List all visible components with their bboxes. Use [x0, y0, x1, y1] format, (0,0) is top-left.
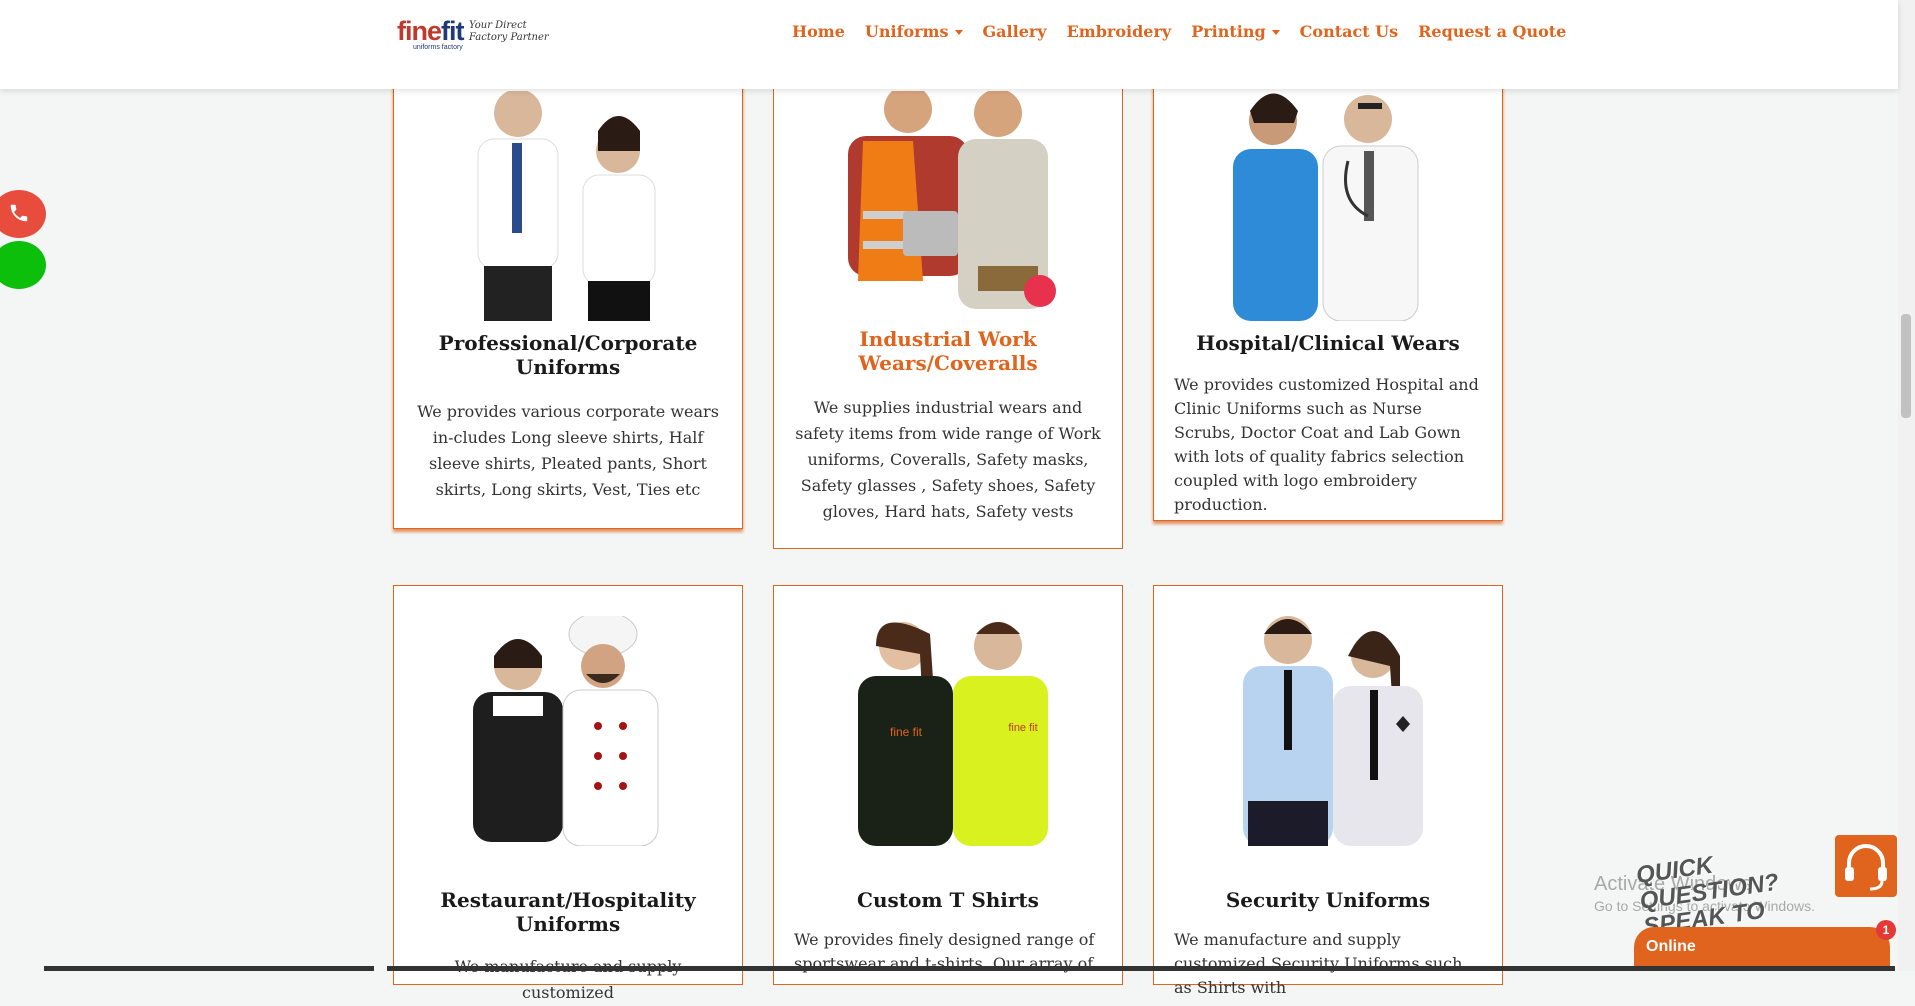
nav-home-label: Home [792, 22, 845, 41]
card-title[interactable]: Hospital/Clinical Wears [1164, 331, 1492, 355]
site-header: finefit uniforms factory Your Direct Fac… [0, 0, 1898, 89]
nav-request-quote[interactable]: Request a Quote [1418, 22, 1566, 41]
security-guards-image [1243, 616, 1423, 846]
chat-agent-button[interactable] [1835, 835, 1897, 897]
nav-printing-label: Printing [1191, 22, 1266, 41]
nav-request-quote-label: Request a Quote [1418, 22, 1567, 41]
card-title[interactable]: Restaurant/Hospitality Uniforms [404, 888, 732, 936]
whatsapp-icon [8, 253, 30, 275]
uniform-card-security[interactable]: Security Uniforms We manufacture and sup… [1153, 585, 1503, 997]
uniform-card-tshirts[interactable]: fine fit fine fit Custom T Shirts We pro… [773, 585, 1123, 985]
nav-contact-us[interactable]: Contact Us [1300, 22, 1398, 41]
card-title[interactable]: Industrial Work Wears/Coveralls [784, 327, 1112, 375]
nav-contact-us-label: Contact Us [1299, 22, 1399, 41]
nav-gallery[interactable]: Gallery [983, 22, 1047, 41]
vertical-scrollbar-track[interactable] [1898, 0, 1915, 971]
svg-text:fine fit: fine fit [890, 725, 923, 739]
nav-uniforms[interactable]: Uniforms [865, 22, 963, 41]
card-description: We manufacture and supply customized [455, 957, 682, 1002]
whatsapp-button[interactable] [0, 241, 46, 289]
logo-word-fine: fine [397, 16, 442, 46]
uniform-card-hospital[interactable]: Hospital/Clinical Wears We provides cust… [1153, 60, 1503, 521]
card-description: We provides various corporate wears in-c… [417, 402, 719, 499]
chat-status-bar[interactable]: Online [1634, 927, 1890, 967]
nav-home[interactable]: Home [792, 22, 845, 41]
medical-staff-image [1233, 93, 1419, 321]
card-title[interactable]: Security Uniforms [1164, 888, 1492, 912]
nav-gallery-label: Gallery [982, 22, 1047, 41]
logo-subtitle: uniforms factory [413, 44, 463, 51]
industrial-workers-image [848, 91, 1056, 309]
logo-wordmark: finefit [397, 16, 465, 47]
uniform-card-corporate[interactable]: Professional/Corporate Uniforms We provi… [393, 60, 743, 529]
phone-icon [10, 204, 28, 222]
card-description: We supplies industrial wears and safety … [795, 398, 1101, 521]
chat-notification-badge: 1 [1876, 920, 1896, 940]
chat-status-label: Online [1646, 938, 1696, 955]
site-logo[interactable]: finefit uniforms factory Your Direct Fac… [397, 16, 549, 52]
horizontal-scrollbar-left[interactable] [44, 966, 374, 971]
uniform-card-industrial[interactable]: Industrial Work Wears/Coveralls We suppl… [773, 60, 1123, 549]
nav-uniforms-label: Uniforms [864, 22, 949, 41]
card-title[interactable]: Custom T Shirts [784, 888, 1112, 912]
main-nav: Home Uniforms Gallery Embroidery Printin… [792, 22, 1586, 41]
headset-icon [1845, 844, 1887, 891]
vertical-scrollbar-thumb[interactable] [1901, 314, 1911, 418]
corporate-people-image [477, 91, 656, 321]
nav-embroidery-label: Embroidery [1066, 22, 1172, 41]
phone-call-button[interactable] [0, 190, 46, 238]
svg-text:fine fit: fine fit [1008, 722, 1037, 734]
card-title[interactable]: Professional/Corporate Uniforms [404, 331, 732, 379]
chevron-down-icon [1271, 30, 1280, 35]
nav-embroidery[interactable]: Embroidery [1067, 22, 1172, 41]
custom-tshirts-image: fine fit fine fit [858, 622, 1048, 846]
card-description: We provides customized Hospital and Clin… [1174, 375, 1479, 514]
uniform-card-restaurant[interactable]: Restaurant/Hospitality Uniforms We manuf… [393, 585, 743, 1002]
logo-word-fit: fit [441, 16, 465, 46]
card-description: We manufacture and supply customized Sec… [1174, 930, 1463, 997]
restaurant-staff-image [473, 616, 659, 846]
logo-tagline: Your Direct Factory Partner [469, 20, 549, 43]
chevron-down-icon [954, 30, 963, 35]
nav-printing[interactable]: Printing [1191, 22, 1280, 41]
horizontal-scrollbar[interactable] [387, 966, 1895, 971]
